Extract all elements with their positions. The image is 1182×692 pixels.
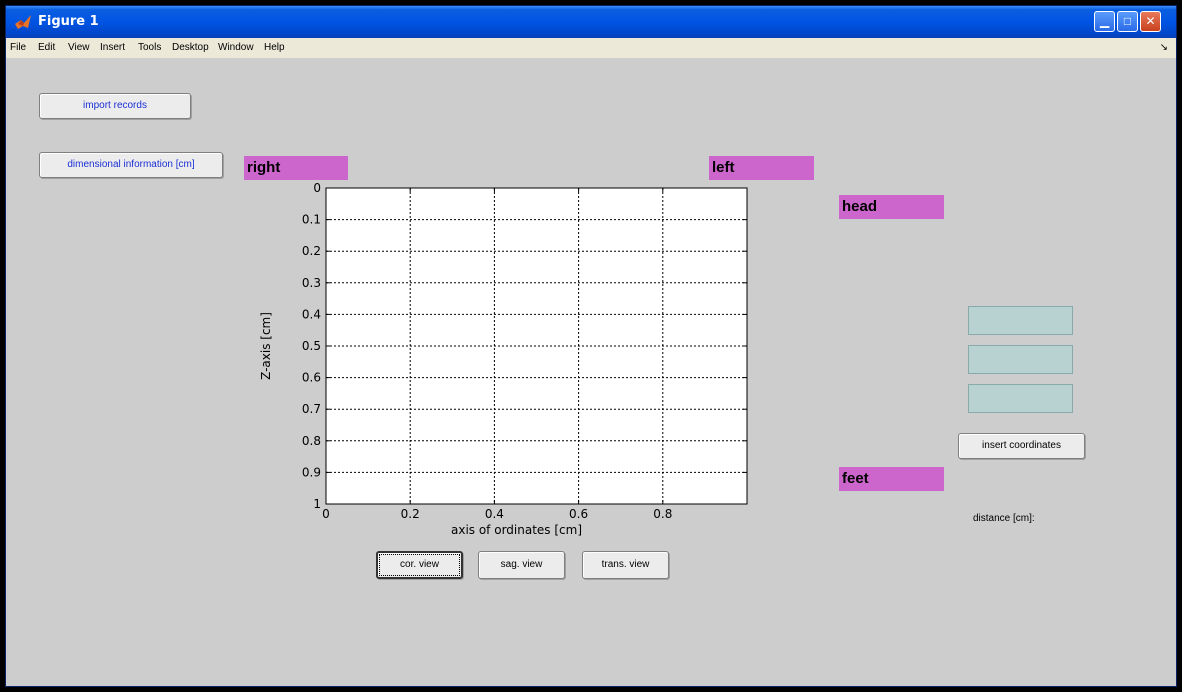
x-coordinate-field[interactable] (968, 306, 1073, 335)
title-bar[interactable]: Figure 1 ▁ □ ✕ (6, 6, 1176, 38)
sag-view-button[interactable]: sag. view (478, 551, 565, 579)
menu-edit[interactable]: Edit (38, 42, 55, 53)
import-records-button[interactable]: import records (39, 93, 191, 119)
y-tick-label: 0.7 (302, 402, 321, 416)
y-tick-label: 0.4 (302, 307, 321, 321)
plot-area[interactable]: 00.10.20.30.40.50.60.70.80.910 0.2 0.4 0.6 0… (246, 181, 766, 551)
left-label: left (709, 156, 814, 180)
matlab-logo-icon (15, 15, 31, 29)
x-tick-label: 0.2 (401, 507, 420, 521)
distance-label: distance [cm]: (973, 513, 1035, 524)
y-tick-label: 0 (313, 181, 321, 195)
y-axis-title: Z-axis [cm] (259, 312, 273, 380)
window-title: Figure 1 (38, 14, 99, 29)
y-tick-label: 1 (313, 497, 321, 511)
figure-window: Figure 1 ▁ □ ✕ File Edit View Insert Too… (5, 5, 1177, 687)
x-tick-label: 0.4 (485, 507, 504, 521)
menu-file[interactable]: File (10, 42, 26, 53)
y-coordinate-field[interactable] (968, 345, 1073, 374)
menu-window[interactable]: Window (218, 42, 254, 53)
z-coordinate-field[interactable] (968, 384, 1073, 413)
y-tick-label: 0.1 (302, 213, 321, 227)
y-tick-label: 0.8 (302, 434, 321, 448)
minimize-button[interactable]: ▁ (1094, 11, 1115, 32)
x-tick-label: 0.6 (569, 507, 588, 521)
insert-coordinates-button[interactable]: insert coordinates (958, 433, 1085, 459)
right-label: right (244, 156, 348, 180)
head-label: head (839, 195, 944, 219)
menu-bar: File Edit View Insert Tools Desktop Wind… (6, 38, 1176, 58)
y-tick-label: 0.9 (302, 465, 321, 479)
dock-arrow-icon[interactable]: ↘ (1160, 42, 1168, 53)
dimensional-information-button[interactable]: dimensional information [cm] (39, 152, 223, 178)
menu-help[interactable]: Help (264, 42, 285, 53)
y-tick-label: 0.2 (302, 244, 321, 258)
menu-tools[interactable]: Tools (138, 42, 161, 53)
trans-view-button[interactable]: trans. view (582, 551, 669, 579)
x-tick-label: 0 (322, 507, 330, 521)
close-button[interactable]: ✕ (1140, 11, 1161, 32)
x-axis-title: axis of ordinates [cm] (451, 523, 582, 537)
feet-label: feet (839, 467, 944, 491)
y-tick-label: 0.5 (302, 339, 321, 353)
x-tick-label: 0.8 (653, 507, 672, 521)
y-tick-label: 0.3 (302, 276, 321, 290)
menu-insert[interactable]: Insert (100, 42, 125, 53)
maximize-button[interactable]: □ (1117, 11, 1138, 32)
cor-view-button[interactable]: cor. view (376, 551, 463, 579)
menu-desktop[interactable]: Desktop (172, 42, 209, 53)
y-tick-label: 0.6 (302, 371, 321, 385)
menu-view[interactable]: View (68, 42, 90, 53)
